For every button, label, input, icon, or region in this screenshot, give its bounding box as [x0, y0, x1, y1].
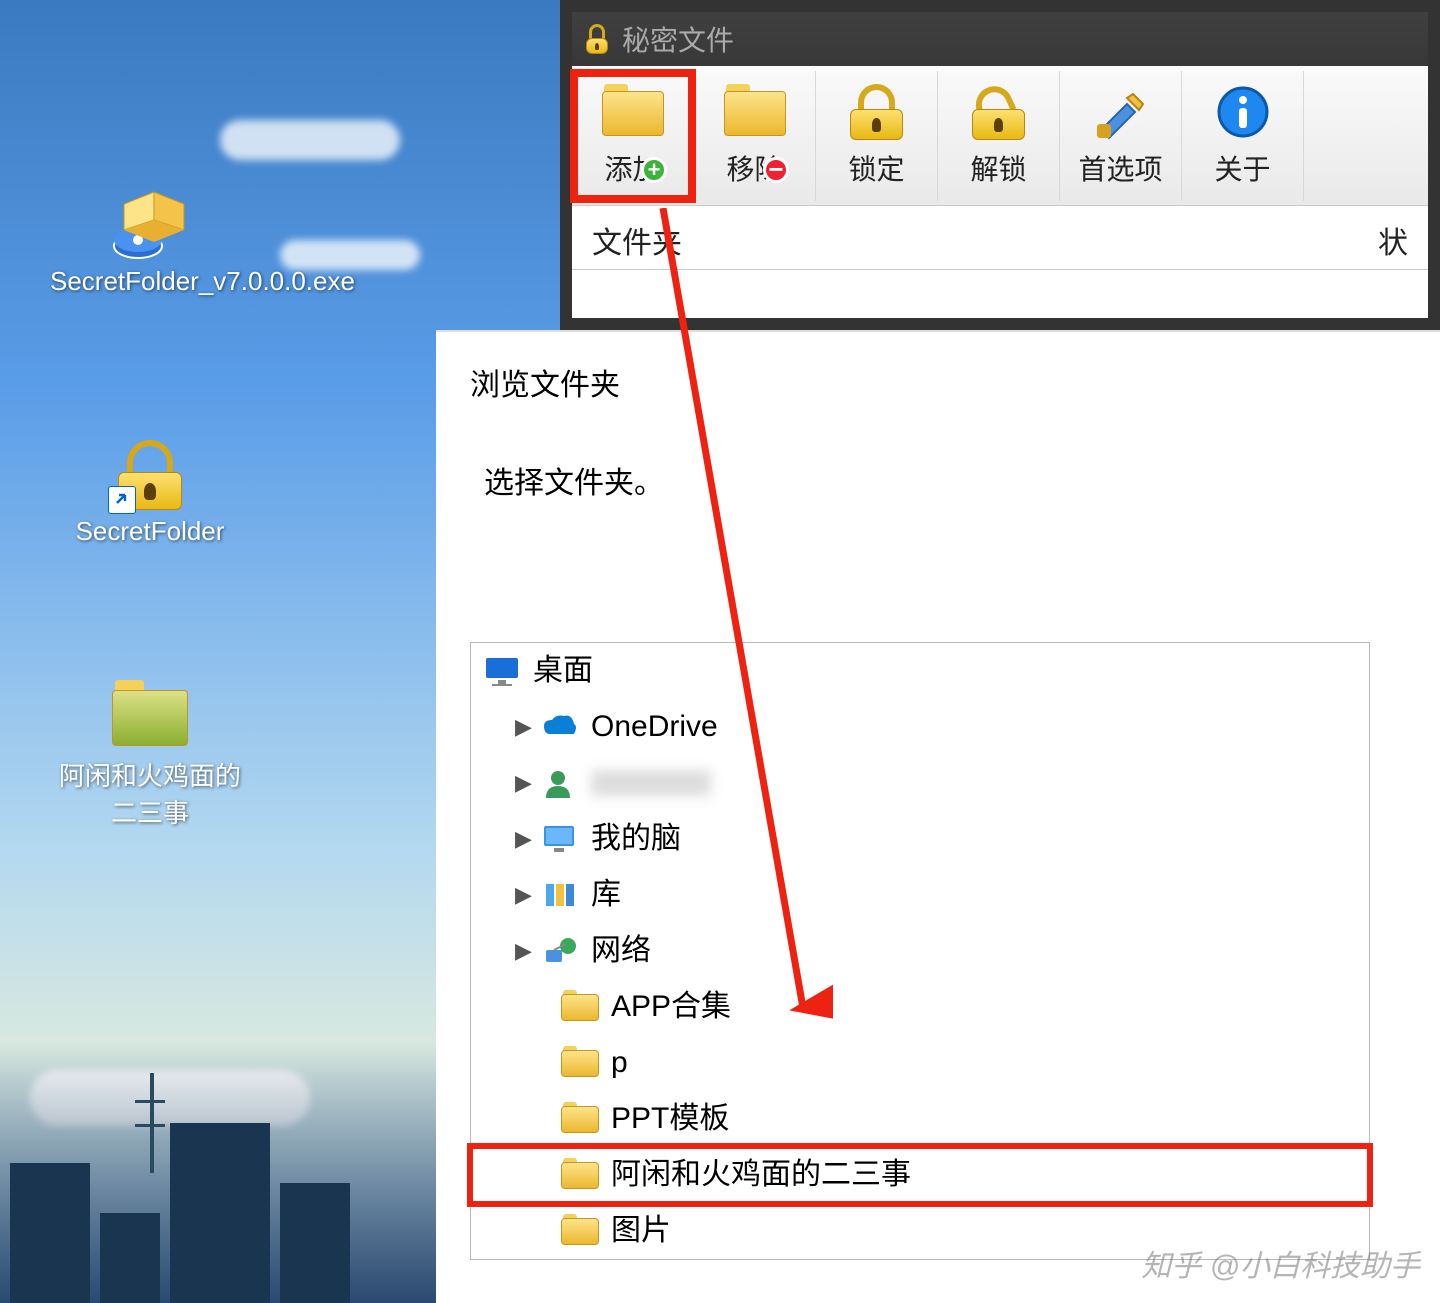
box-installer-icon: [112, 190, 188, 260]
app-window: 秘密文件 + 添加 − 移除 锁定 解锁: [560, 0, 1440, 330]
user-icon: [541, 766, 579, 800]
tree-node-label: 我的脑: [591, 824, 681, 854]
expander-icon[interactable]: ▶: [515, 828, 535, 850]
button-label: 锁定: [848, 148, 904, 188]
tree-node-label: PPT模板: [611, 1104, 729, 1134]
dialog-prompt: 选择文件夹。: [436, 418, 1440, 522]
tree-item-network[interactable]: ▶ 网络: [471, 923, 1369, 979]
desktop-icon-label: SecretFolder_v7.0.0.0.exe: [50, 266, 355, 296]
lock-closed-icon: [846, 84, 908, 140]
tree-node-label: 阿闲和火鸡面的二三事: [611, 1160, 911, 1190]
lock-button[interactable]: 锁定: [816, 71, 938, 201]
pc-icon: [541, 822, 579, 856]
window-titlebar[interactable]: 秘密文件: [572, 12, 1428, 66]
lock-open-icon: [968, 84, 1030, 140]
tree-node-label: 网络: [591, 936, 651, 966]
desktop-background: SecretFolder_v7.0.0.0.exe SecretFolder 阿…: [0, 0, 440, 1303]
lock-icon: [584, 24, 610, 54]
tree-subfolder[interactable]: PPT模板: [471, 1091, 1369, 1147]
watermark-text: 知乎 @小白科技助手: [1141, 1241, 1420, 1285]
tree-node-label: 库: [591, 880, 621, 910]
folder-tree[interactable]: 桌面 ▶ OneDrive ▶ ▶ 我的脑 ▶: [470, 642, 1370, 1260]
library-icon: [541, 878, 579, 912]
folder-icon: [112, 680, 188, 750]
desktop-icon-shortcut[interactable]: SecretFolder: [50, 440, 250, 547]
folder-icon: [561, 990, 599, 1024]
column-status[interactable]: 状: [1378, 218, 1408, 257]
tree-node-label: 图片: [611, 1216, 671, 1246]
expander-icon[interactable]: ▶: [515, 772, 535, 794]
tree-node-label: [591, 770, 711, 796]
dialog-title: 浏览文件夹: [436, 332, 1440, 418]
expander-icon[interactable]: ▶: [515, 940, 535, 962]
unlock-button[interactable]: 解锁: [938, 71, 1060, 201]
cloud-decoration: [220, 120, 400, 160]
folder-icon: [561, 1214, 599, 1248]
folder-icon: [561, 1102, 599, 1136]
city-silhouette: [0, 1043, 440, 1303]
about-button[interactable]: 关于: [1182, 71, 1304, 201]
desktop-icon-label: SecretFolder: [76, 516, 225, 546]
remove-button[interactable]: − 移除: [694, 71, 816, 201]
tools-icon: [1090, 84, 1152, 140]
tree-item-mypc[interactable]: ▶ 我的脑: [471, 811, 1369, 867]
network-icon: [541, 934, 579, 968]
column-folder[interactable]: 文件夹: [592, 218, 682, 257]
cloud-icon: [541, 710, 579, 744]
desktop-icon-installer[interactable]: SecretFolder_v7.0.0.0.exe: [50, 190, 250, 297]
add-button[interactable]: + 添加: [572, 71, 694, 201]
button-label: 解锁: [970, 148, 1026, 188]
tree-subfolder-selected[interactable]: 阿闲和火鸡面的二三事: [471, 1147, 1369, 1203]
tree-subfolder[interactable]: p: [471, 1035, 1369, 1091]
button-label: 关于: [1214, 148, 1270, 188]
desktop-icon-label: 阿闲和火鸡面的二三事: [59, 761, 241, 828]
tree-node-label: 桌面: [533, 656, 593, 686]
folder-icon: [561, 1046, 599, 1080]
button-label: 首选项: [1078, 148, 1162, 188]
tree-item-onedrive[interactable]: ▶ OneDrive: [471, 699, 1369, 755]
lock-shortcut-icon: [112, 440, 188, 510]
prefs-button[interactable]: 首选项: [1060, 71, 1182, 201]
browse-folder-dialog: 浏览文件夹 选择文件夹。 桌面 ▶ OneDrive ▶ ▶: [436, 330, 1440, 1303]
folder-remove-icon: −: [724, 84, 786, 140]
tree-root-desktop[interactable]: 桌面: [471, 643, 1369, 699]
desktop-icon-folder[interactable]: 阿闲和火鸡面的二三事: [50, 680, 250, 830]
expander-icon[interactable]: ▶: [515, 884, 535, 906]
tree-item-user[interactable]: ▶: [471, 755, 1369, 811]
expander-icon[interactable]: ▶: [515, 716, 535, 738]
monitor-icon: [483, 654, 521, 688]
tree-item-libraries[interactable]: ▶ 库: [471, 867, 1369, 923]
tree-node-label: APP合集: [611, 992, 731, 1022]
tree-node-label: p: [611, 1048, 628, 1078]
tree-node-label: OneDrive: [591, 712, 718, 742]
window-title: 秘密文件: [622, 19, 734, 59]
tree-subfolder[interactable]: APP合集: [471, 979, 1369, 1035]
toolbar: + 添加 − 移除 锁定 解锁: [572, 66, 1428, 206]
info-icon: [1212, 84, 1274, 140]
list-column-headers: 文件夹 状: [572, 206, 1428, 270]
folder-add-icon: +: [602, 84, 664, 140]
folder-icon: [561, 1158, 599, 1192]
